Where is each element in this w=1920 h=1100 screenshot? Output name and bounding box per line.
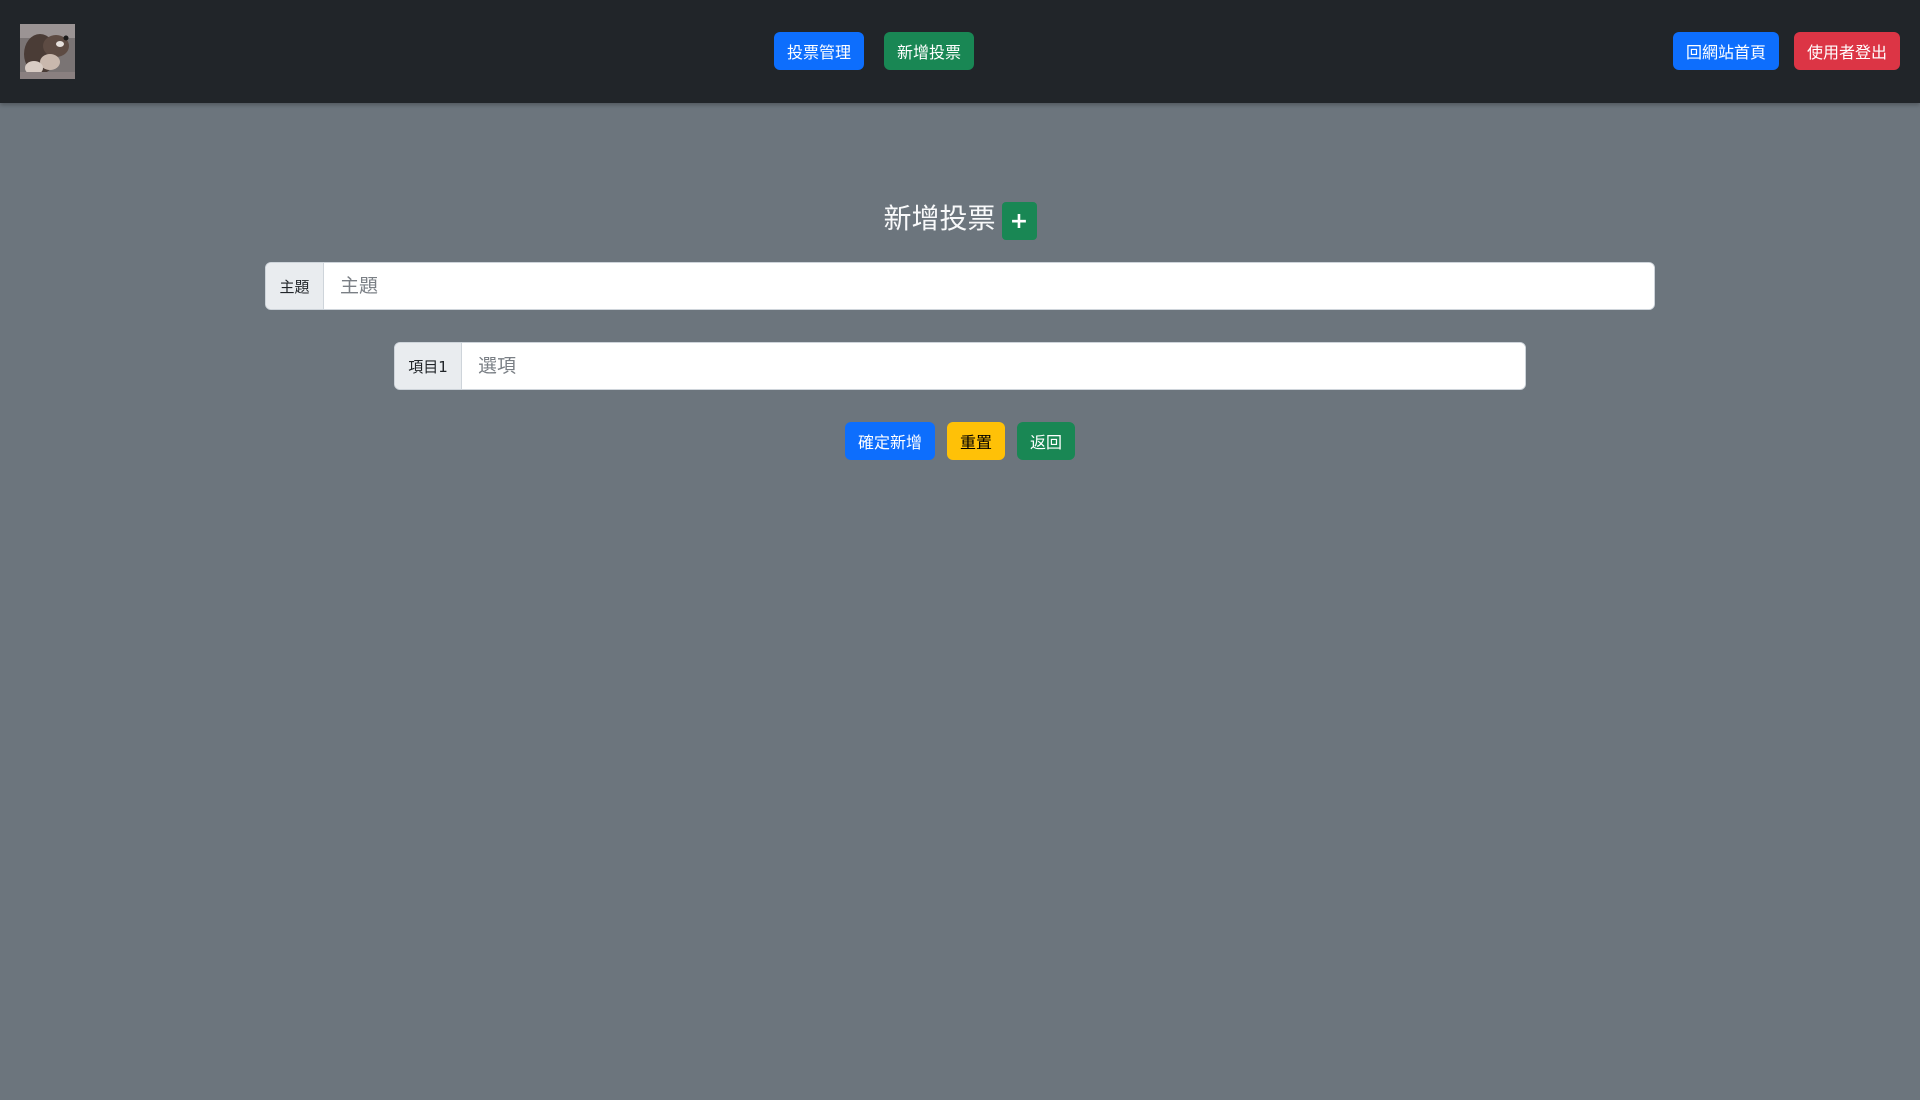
option-input[interactable] xyxy=(462,343,1525,389)
otter-photo-icon xyxy=(20,24,75,79)
page-title: 新增投票 xyxy=(883,202,996,235)
subject-input-group: 主題 xyxy=(265,262,1655,310)
vote-management-button[interactable]: 投票管理 xyxy=(774,32,864,70)
add-option-button[interactable]: + xyxy=(1001,202,1037,240)
logo-image[interactable] xyxy=(20,24,75,79)
reset-button[interactable]: 重置 xyxy=(947,422,1005,460)
subject-input[interactable] xyxy=(324,263,1654,309)
option-label: 項目1 xyxy=(395,343,462,389)
title-row: 新增投票 + xyxy=(0,198,1920,240)
logout-button[interactable]: 使用者登出 xyxy=(1794,32,1900,70)
subject-label: 主題 xyxy=(266,263,324,309)
top-navbar: 投票管理 新增投票 回網站首頁 使用者登出 xyxy=(0,0,1920,103)
plus-icon: + xyxy=(1009,208,1029,234)
confirm-add-button[interactable]: 確定新增 xyxy=(845,422,935,460)
back-button[interactable]: 返回 xyxy=(1017,422,1075,460)
new-vote-nav-button[interactable]: 新增投票 xyxy=(884,32,974,70)
option-input-group: 項目1 xyxy=(394,342,1526,390)
back-to-home-button[interactable]: 回網站首頁 xyxy=(1673,32,1779,70)
